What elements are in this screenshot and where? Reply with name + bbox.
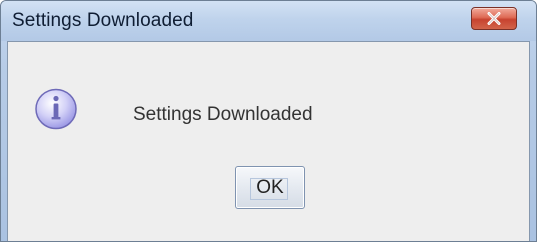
ok-button-label: OK <box>256 177 284 198</box>
ok-button[interactable]: OK <box>235 166 305 209</box>
message-text: Settings Downloaded <box>133 104 313 125</box>
window-title: Settings Downloaded <box>12 10 194 31</box>
dialog-window: Settings Downloaded Settings Downloaded <box>0 0 537 242</box>
title-bar[interactable]: Settings Downloaded <box>1 1 536 41</box>
dialog-body: Settings Downloaded OK <box>7 41 530 241</box>
info-icon <box>35 88 77 130</box>
close-icon <box>487 12 501 25</box>
close-button[interactable] <box>471 7 517 30</box>
